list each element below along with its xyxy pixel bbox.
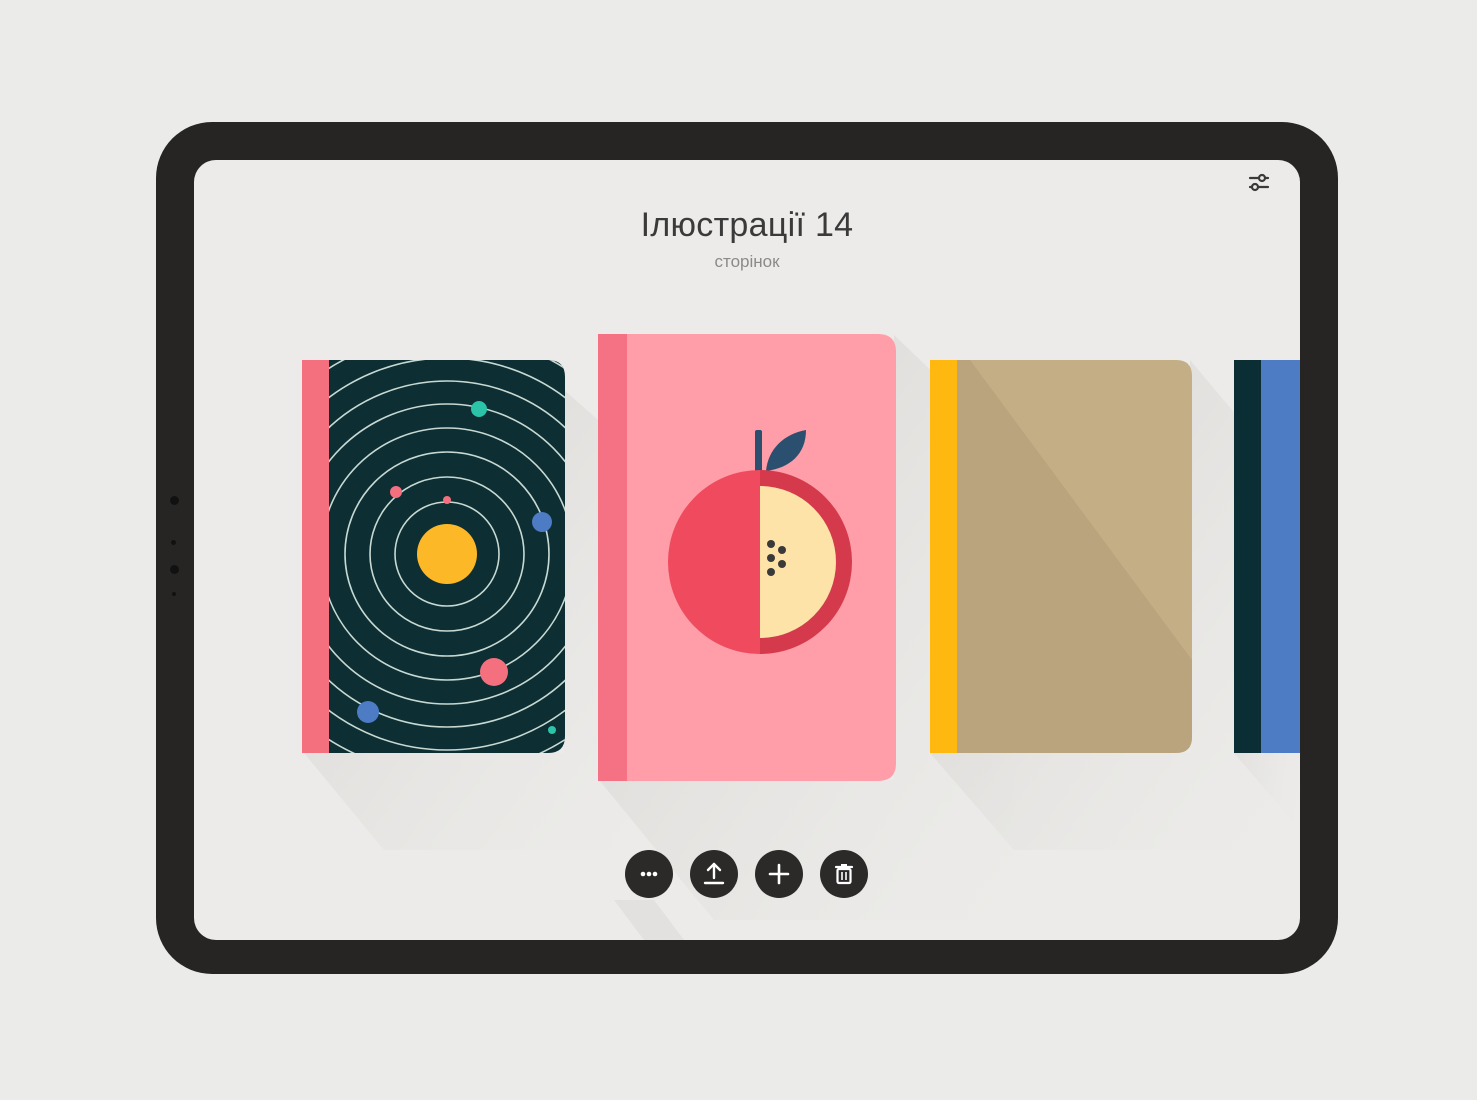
collection-title: Ілюстрації 14 [640, 206, 854, 244]
camera-dot [170, 496, 179, 505]
book-cover [930, 360, 1192, 753]
book-apple[interactable] [598, 334, 896, 781]
settings-sliders-icon[interactable] [1244, 168, 1274, 198]
share-button[interactable] [690, 850, 738, 898]
solar-system-illustration [302, 360, 565, 753]
app-screen: Ілюстрації 14 сторінок [194, 160, 1300, 940]
delete-button[interactable] [820, 850, 868, 898]
apple-illustration [598, 334, 896, 781]
book-cover [1234, 360, 1300, 753]
upload-icon [703, 862, 725, 885]
sensor-dot [170, 565, 179, 574]
more-button[interactable] [625, 850, 673, 898]
collection-subtitle: сторінок [714, 252, 780, 271]
tablet-frame: Ілюстрації 14 сторінок [156, 122, 1338, 974]
plus-icon [768, 863, 790, 885]
bottom-toolbar [625, 850, 869, 898]
add-button[interactable] [755, 850, 803, 898]
more-dots-icon [640, 871, 658, 877]
trash-icon [834, 864, 854, 885]
sensor-dot [172, 592, 176, 596]
book-blue[interactable] [1234, 360, 1300, 753]
book-solar-system[interactable] [302, 360, 565, 753]
sensor-dot [171, 540, 176, 545]
book-plain-beige[interactable] [930, 360, 1192, 753]
